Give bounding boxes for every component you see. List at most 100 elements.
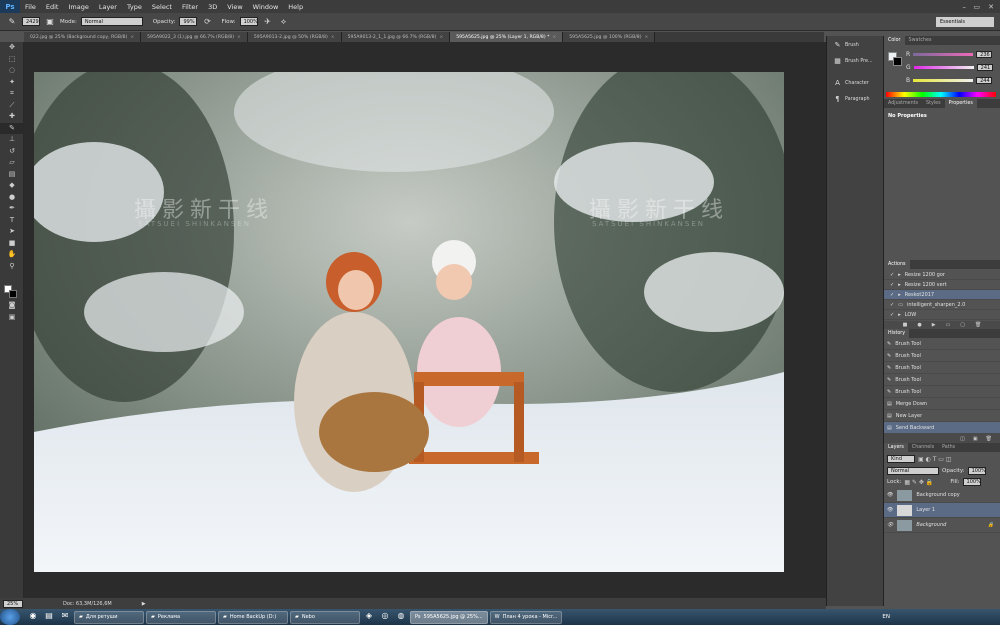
pressure-opacity-icon[interactable]: ⟳ (201, 17, 213, 26)
close-tab-icon[interactable]: × (552, 35, 556, 40)
app-icon[interactable]: ◈ (362, 611, 376, 623)
stop-icon[interactable]: ■ (903, 322, 908, 328)
taskbar-button[interactable]: ▰ Для ретуши (74, 610, 144, 624)
taskbar-button[interactable]: ▰ Home BackUp (D:) (218, 610, 288, 624)
history-brush-tool-icon[interactable]: ↺ (0, 146, 24, 158)
taskbar-button-word[interactable]: W План 4 урока - Micr... (489, 610, 563, 624)
menu-layer[interactable]: Layer (94, 3, 122, 11)
snapshot-icon[interactable]: ◫ (960, 436, 965, 442)
delete-icon[interactable]: 🗑 (986, 436, 992, 442)
slider-g[interactable] (913, 66, 974, 69)
filter-icons[interactable]: ▣ ◐ T ▭ ◫ (918, 456, 952, 463)
menu-view[interactable]: View (222, 3, 247, 11)
tab-adjustments[interactable]: Adjustments (884, 99, 922, 108)
tab-actions[interactable]: Actions (884, 260, 910, 269)
app-icon[interactable]: ◎ (378, 611, 392, 623)
slider-r-value[interactable]: 236 (976, 51, 993, 58)
delete-icon[interactable]: 🗑 (975, 322, 981, 328)
visibility-eye-icon[interactable]: 👁 (887, 507, 893, 513)
slider-b-value[interactable]: 244 (976, 77, 993, 84)
document-tab[interactable]: 595A9013-2.jpg @ 50% (RGB/8) × (247, 32, 342, 42)
layer-opacity-field[interactable]: 100% (967, 467, 986, 475)
taskbar-button-photoshop[interactable]: Ps 595A5625.jpg @ 25%... (410, 610, 488, 624)
lock-icons[interactable]: ▦ ✎ ✥ 🔒 (904, 479, 933, 486)
tab-history[interactable]: History (884, 329, 910, 338)
brush-tool-icon[interactable]: ✎ (6, 17, 18, 26)
kind-filter-select[interactable]: Kind (887, 455, 915, 463)
record-icon[interactable]: ● (917, 322, 921, 328)
action-item[interactable]: ✓ ▭ intelligent_sharpen_2.0 (884, 300, 1000, 310)
visibility-eye-icon[interactable]: 👁 (887, 492, 893, 498)
marquee-tool-icon[interactable]: ⬚ (0, 54, 24, 66)
brush-panel-toggle-icon[interactable]: ▣ (44, 17, 56, 26)
tab-styles[interactable]: Styles (922, 99, 945, 108)
close-tab-icon[interactable]: × (645, 35, 649, 40)
pen-tool-icon[interactable]: ✒ (0, 203, 24, 215)
tab-layers[interactable]: Layers (884, 443, 908, 452)
document-canvas-photo[interactable]: 攝影新干线 SATSUEI SHINKANSEN 攝影新干线 SATSUEI S… (34, 72, 784, 572)
quick-mask-icon[interactable]: ◙ (0, 300, 24, 312)
close-tab-icon[interactable]: × (130, 35, 134, 40)
status-menu-arrow-icon[interactable]: ▶ (142, 601, 146, 607)
brush-presets-panel-button[interactable]: ▦ Brush Pre... (827, 52, 883, 68)
workspace-select[interactable]: Essentials (936, 17, 994, 27)
start-button-icon[interactable] (0, 609, 20, 625)
color-spectrum[interactable] (886, 92, 996, 97)
tab-paths[interactable]: Paths (938, 443, 959, 452)
opacity-field[interactable]: 99% (179, 17, 198, 26)
fill-field[interactable]: 100% (962, 478, 981, 486)
brush-size-field[interactable]: 2429 (22, 17, 40, 26)
tab-swatches[interactable]: Swatches (905, 36, 936, 45)
history-item[interactable]: ✎ Brush Tool (884, 362, 1000, 374)
slider-b[interactable] (913, 79, 974, 82)
close-tab-icon[interactable]: × (331, 35, 335, 40)
mail-icon[interactable]: ✉ (58, 611, 72, 623)
minimize-button[interactable]: – (963, 0, 967, 13)
tab-color[interactable]: Color (884, 36, 905, 45)
healing-brush-tool-icon[interactable]: ✚ (0, 111, 24, 123)
history-item[interactable]: ▤ New Layer (884, 410, 1000, 422)
document-tab[interactable]: 022.jpg @ 25% (Background copy, RGB/8) × (24, 32, 142, 42)
pressure-size-icon[interactable]: ⟡ (278, 17, 290, 27)
hand-tool-icon[interactable]: ✋ (0, 249, 24, 261)
history-item[interactable]: ✎ Brush Tool (884, 338, 1000, 350)
path-selection-tool-icon[interactable]: ➤ (0, 226, 24, 238)
app-icon[interactable]: ◍ (394, 611, 408, 623)
menu-window[interactable]: Window (248, 3, 284, 11)
zoom-field[interactable]: 25% (3, 599, 23, 608)
close-tab-icon[interactable]: × (439, 35, 443, 40)
slider-r[interactable] (913, 53, 974, 56)
character-panel-button[interactable]: A Character (827, 74, 883, 90)
new-action-icon[interactable]: ▢ (960, 322, 965, 328)
close-button[interactable]: ✕ (988, 0, 994, 13)
menu-filter[interactable]: Filter (177, 3, 203, 11)
close-tab-icon[interactable]: × (237, 35, 241, 40)
action-item[interactable]: ✓ ▸ LOW (884, 310, 1000, 320)
blur-tool-icon[interactable]: ◆ (0, 180, 24, 192)
dodge-tool-icon[interactable]: ● (0, 192, 24, 204)
menu-3d[interactable]: 3D (203, 3, 222, 11)
action-item[interactable]: ✓ ▸ Resize 1200 gor (884, 270, 1000, 280)
zoom-tool-icon[interactable]: ⚲ (0, 261, 24, 273)
menu-edit[interactable]: Edit (41, 3, 64, 11)
layer-row-selected[interactable]: 👁 Layer 1 (884, 503, 1000, 518)
history-item-selected[interactable]: ▤ Send Backward (884, 422, 1000, 434)
new-set-icon[interactable]: ▭ (946, 322, 951, 328)
brush-panel-button[interactable]: ✎ Brush (827, 36, 883, 52)
history-item[interactable]: ✎ Brush Tool (884, 350, 1000, 362)
menu-help[interactable]: Help (283, 3, 308, 11)
play-icon[interactable]: ▶ (932, 322, 936, 328)
shape-tool-icon[interactable]: ■ (0, 238, 24, 250)
tab-channels[interactable]: Channels (908, 443, 938, 452)
history-item[interactable]: ✎ Brush Tool (884, 374, 1000, 386)
screen-mode-icon[interactable]: ▣ (0, 312, 24, 324)
document-tab[interactable]: 595A5625.jpg @ 100% (RGB/8) × (563, 32, 656, 42)
camera-icon[interactable]: ▣ (973, 436, 978, 442)
menu-select[interactable]: Select (147, 3, 177, 11)
history-item[interactable]: ✎ Brush Tool (884, 386, 1000, 398)
tab-properties[interactable]: Properties (944, 99, 977, 108)
taskbar-button[interactable]: ▰ Реклама (146, 610, 216, 624)
background-color-swatch[interactable] (9, 290, 17, 298)
document-tab-active[interactable]: 595A5625.jpg @ 25% (Layer 1, RGB/8) * × (450, 32, 564, 42)
gradient-tool-icon[interactable]: ▤ (0, 169, 24, 181)
